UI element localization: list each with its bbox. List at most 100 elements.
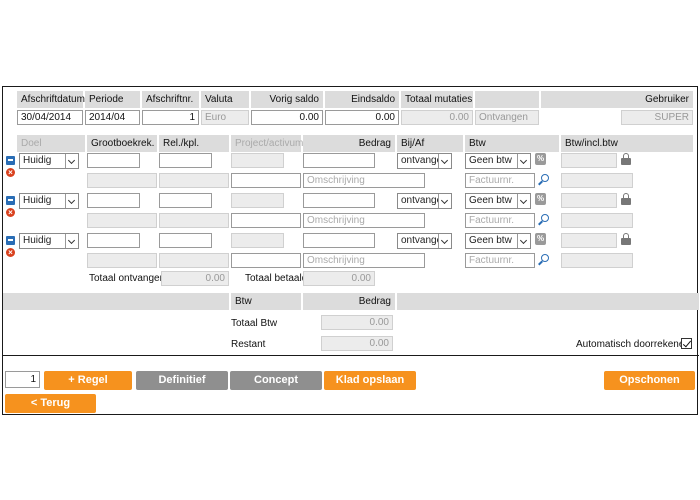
chevron-down-icon — [438, 234, 451, 248]
col-btw-incl: Btw/incl.btw — [561, 135, 693, 152]
lock-icon[interactable] — [621, 153, 631, 165]
restant-field: 0.00 — [321, 336, 393, 351]
btw-select[interactable]: Geen btw — [465, 233, 531, 249]
valuta-label: Valuta — [201, 91, 249, 108]
project-desc-field[interactable] — [231, 213, 301, 228]
bijaf-select[interactable]: ontvangen — [397, 153, 452, 169]
lock-icon[interactable] — [621, 233, 631, 245]
bedrag-input[interactable] — [303, 193, 375, 208]
back-button[interactable]: < Terug — [5, 394, 96, 413]
grootboek-desc-field — [87, 173, 157, 188]
afschriftnr-label: Afschriftnr. — [142, 91, 199, 108]
btw-select[interactable]: Geen btw — [465, 193, 531, 209]
totaal-mutaties-field: 0.00 — [401, 110, 473, 125]
bedrag-input[interactable] — [303, 233, 375, 248]
grootboek-input[interactable] — [87, 193, 140, 208]
definitief-button[interactable]: Definitief — [136, 371, 228, 390]
percent-icon[interactable]: % — [535, 193, 546, 205]
factuurnr-input[interactable]: Factuurnr. — [465, 213, 535, 228]
relkpl-desc-field — [159, 253, 229, 268]
totaal-btw-label: Totaal Btw — [231, 318, 278, 329]
doel-select[interactable]: Huidig — [19, 153, 79, 169]
eindsaldo-label: Eindsaldo — [325, 91, 399, 108]
doel-value: Huidig — [23, 195, 52, 206]
relkpl-desc-field — [159, 213, 229, 228]
auto-doorrekenen-checkbox[interactable] — [681, 338, 692, 349]
add-regel-button[interactable]: + Regel — [44, 371, 132, 390]
chevron-down-icon — [65, 154, 78, 168]
totaal-mutaties-label: Totaal mutaties — [401, 91, 473, 108]
edit-icon[interactable] — [6, 236, 15, 245]
relkpl-input[interactable] — [159, 153, 212, 168]
chevron-down-icon — [517, 154, 530, 168]
project-field — [231, 153, 284, 168]
project-desc-field[interactable] — [231, 173, 301, 188]
delete-icon[interactable]: × — [6, 168, 15, 177]
btw-value: Geen btw — [469, 235, 512, 246]
delete-icon[interactable]: × — [6, 208, 15, 217]
concept-button[interactable]: Concept — [230, 371, 322, 390]
btw-value: Geen btw — [469, 155, 512, 166]
summary-bedrag-label: Bedrag — [303, 293, 395, 310]
vorig-saldo-input[interactable]: 0.00 — [251, 110, 323, 125]
totaal-btw-field: 0.00 — [321, 315, 393, 330]
btw-select[interactable]: Geen btw — [465, 153, 531, 169]
btw-incl-desc-field — [561, 253, 633, 268]
relkpl-input[interactable] — [159, 193, 212, 208]
omschrijving-input[interactable]: Omschrijving — [303, 173, 425, 188]
doel-select[interactable]: Huidig — [19, 193, 79, 209]
btw-incl-field — [561, 153, 617, 168]
valuta-field: Euro — [201, 110, 249, 125]
footer-divider — [3, 355, 699, 356]
grootboek-desc-field — [87, 253, 157, 268]
search-icon[interactable] — [538, 254, 550, 266]
col-doel: Doel — [17, 135, 85, 152]
percent-icon[interactable]: % — [535, 233, 546, 245]
edit-icon[interactable] — [6, 196, 15, 205]
totaal-ontvangen-label: Totaal ontvangen — [89, 273, 166, 284]
search-icon[interactable] — [538, 214, 550, 226]
edit-icon[interactable] — [6, 156, 15, 165]
relkpl-input[interactable] — [159, 233, 212, 248]
eindsaldo-input[interactable]: 0.00 — [325, 110, 399, 125]
klad-opslaan-button[interactable]: Klad opslaan — [324, 371, 416, 390]
chevron-down-icon — [65, 234, 78, 248]
col-grootboek: Grootboekrek. — [87, 135, 157, 152]
afschriftdatum-input[interactable]: 30/04/2014 — [17, 110, 83, 125]
afschriftdatum-label: Afschriftdatum — [17, 91, 85, 108]
summary-band-left — [3, 293, 229, 310]
percent-icon[interactable]: % — [535, 153, 546, 165]
grootboek-input[interactable] — [87, 153, 140, 168]
btw-incl-desc-field — [561, 173, 633, 188]
bijaf-select[interactable]: ontvangen — [397, 193, 452, 209]
grootboek-input[interactable] — [87, 233, 140, 248]
omschrijving-input[interactable]: Omschrijving — [303, 213, 425, 228]
doel-value: Huidig — [23, 155, 52, 166]
opschonen-button[interactable]: Opschonen — [604, 371, 695, 390]
periode-input[interactable]: 2014/04 — [85, 110, 140, 125]
vorig-saldo-label: Vorig saldo — [251, 91, 323, 108]
col-bijaf: Bij/Af — [397, 135, 463, 152]
afschriftnr-input[interactable]: 1 — [142, 110, 199, 125]
bijaf-select[interactable]: ontvangen — [397, 233, 452, 249]
chevron-down-icon — [438, 194, 451, 208]
factuurnr-input[interactable]: Factuurnr. — [465, 253, 535, 268]
bedrag-input[interactable] — [303, 153, 375, 168]
omschrijving-input[interactable]: Omschrijving — [303, 253, 425, 268]
delete-icon[interactable]: × — [6, 248, 15, 257]
search-icon[interactable] — [538, 174, 550, 186]
totaal-betaald-field: 0.00 — [303, 271, 375, 286]
lock-icon[interactable] — [621, 193, 631, 205]
col-project: Project/activum — [231, 135, 303, 152]
header-spacer — [475, 91, 539, 108]
btw-incl-field — [561, 233, 617, 248]
auto-doorrekenen-label: Automatisch doorrekenen — [576, 339, 690, 350]
doel-value: Huidig — [23, 235, 52, 246]
factuurnr-input[interactable]: Factuurnr. — [465, 173, 535, 188]
line-count-input[interactable]: 1 — [5, 371, 40, 388]
project-desc-field[interactable] — [231, 253, 301, 268]
totaal-ontvangen-field: 0.00 — [161, 271, 229, 286]
chevron-down-icon — [65, 194, 78, 208]
project-field — [231, 193, 284, 208]
doel-select[interactable]: Huidig — [19, 233, 79, 249]
